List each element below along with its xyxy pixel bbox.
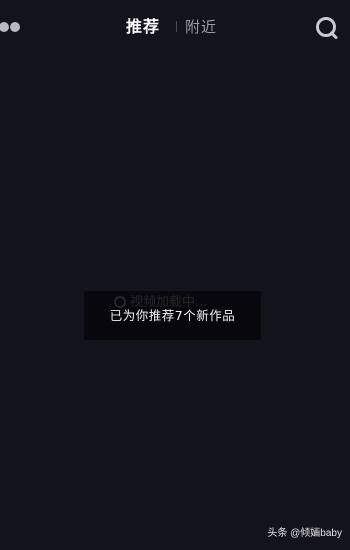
more-dots-icon[interactable] [0,20,22,34]
dot [0,22,9,32]
dot [10,22,20,32]
tab-nearby[interactable]: 附近 [185,15,217,39]
top-navigation-bar: 推荐 附近 [0,0,350,54]
recommend-toast: 视频加载中... 已为你推荐7个新作品 [84,291,261,340]
toast-message: 已为你推荐7个新作品 [109,308,236,323]
tab-recommend[interactable]: 推荐 [126,15,160,39]
watermark: 头条 @倾婳baby [267,528,342,539]
search-icon[interactable] [314,15,340,41]
video-feed-screen: 推荐 附近 视频加载中... 已为你推荐7个新作品 头条 @倾婳baby [0,0,350,550]
tab-divider [176,21,177,32]
